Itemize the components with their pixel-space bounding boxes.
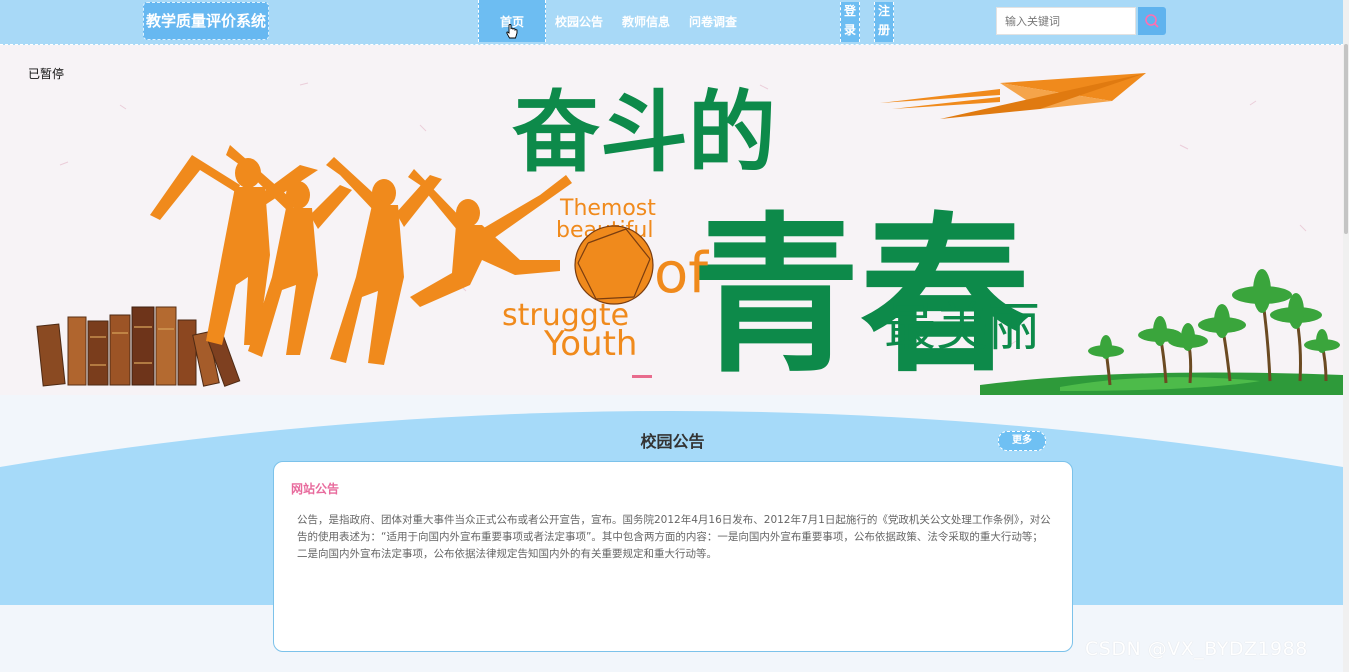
hand-cursor-icon — [506, 24, 518, 39]
login-button[interactable]: 登 录 — [840, 2, 860, 42]
english-line-3: of — [654, 241, 709, 306]
english-line-5: Youth — [543, 324, 637, 364]
paper-plane-illustration — [880, 73, 1146, 119]
slider-status-label: 已暂停 — [28, 67, 65, 81]
site-title[interactable]: 教学质量评价系统 — [143, 2, 270, 40]
register-button[interactable]: 注 册 — [874, 2, 894, 42]
nav-campus-notice[interactable]: 校园公告 — [548, 0, 610, 42]
headline-line3: 最美丽 — [884, 298, 1040, 358]
top-navbar: 教学质量评价系统 首页 校园公告 教师信息 问卷调查 登 录 注 册 — [0, 0, 1349, 45]
notice-card-body: 公告，是指政府、团体对重大事件当众正式公布或者公开宣告，宣布。国务院2012年4… — [297, 514, 1051, 560]
hero-banner[interactable]: 奋斗的 青春 最美丽 Themost beautiful of struggte… — [0, 45, 1343, 395]
headline-line1: 奋斗的 — [512, 81, 776, 184]
nav-survey[interactable]: 问卷调查 — [682, 0, 744, 42]
notice-card[interactable]: 网站公告 公告，是指政府、团体对重大事件当众正式公布或者公开宣告，宣布。国务院2… — [273, 461, 1073, 652]
nav-home[interactable]: 首页 — [478, 0, 546, 42]
nav-teacher-info[interactable]: 教师信息 — [615, 0, 677, 42]
section-title: 校园公告 — [640, 432, 705, 451]
notice-card-heading[interactable]: 网站公告 — [291, 480, 339, 497]
headline-line2: 青春 — [690, 198, 1030, 395]
shutter-icon — [574, 225, 654, 305]
books-illustration — [36, 306, 241, 387]
scrollbar-thumb[interactable] — [1344, 44, 1348, 234]
search-icon — [1145, 14, 1159, 28]
watermark: CSDN @VX_BYDZ1988 — [1085, 638, 1308, 660]
banner-artwork: 奋斗的 青春 最美丽 Themost beautiful of struggte… — [36, 73, 1343, 395]
more-button[interactable]: 更多 — [998, 431, 1046, 451]
slider-indicator[interactable] — [632, 375, 652, 378]
notice-section: 校园公告 更多 网站公告 公告，是指政府、团体对重大事件当众正式公布或者公开宣告… — [0, 395, 1343, 672]
search-input[interactable] — [996, 7, 1136, 35]
search-button[interactable] — [1138, 7, 1166, 35]
